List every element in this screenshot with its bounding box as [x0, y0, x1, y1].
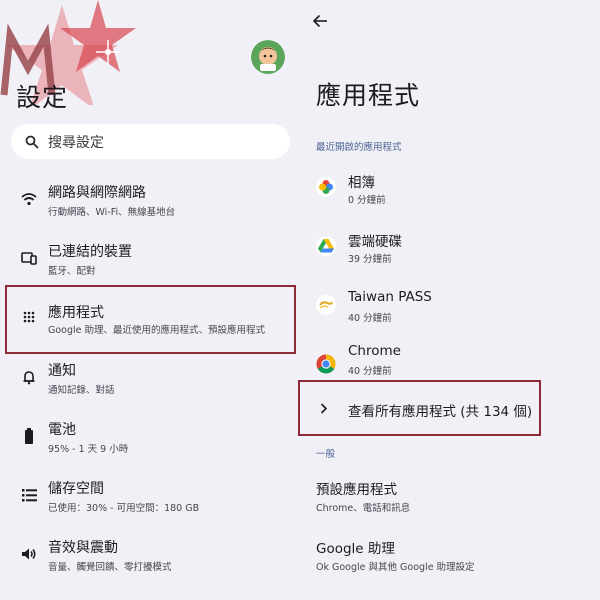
volume-icon — [20, 545, 38, 563]
app-name: 相簿 — [348, 175, 375, 191]
general-item-subtitle: Ok Google 與其他 Google 助理設定 — [316, 562, 475, 573]
battery-icon — [20, 427, 38, 445]
settings-item-notifications[interactable]: 通知 通知記錄、對話 — [0, 356, 300, 406]
photos-icon — [316, 177, 336, 197]
user-avatar[interactable] — [251, 40, 285, 74]
settings-item-connected-devices[interactable]: 已連結的裝置 藍牙、配對 — [0, 237, 300, 287]
settings-item-subtitle: 通知記錄、對話 — [48, 385, 115, 396]
settings-item-subtitle: 已使用：30% - 可用空間：180 GB — [48, 503, 200, 514]
chrome-icon — [316, 354, 336, 374]
google-assistant-item[interactable]: Google 助理 Ok Google 與其他 Google 助理設定 — [300, 533, 600, 581]
taiwan-pass-icon — [316, 295, 336, 315]
apps-pane: 應用程式 最近開啟的應用程式 相簿 0 分鐘前 雲端硬碟 39 分鐘前 Taiw… — [298, 0, 600, 600]
app-name: Chrome — [348, 343, 401, 359]
app-time: 0 分鐘前 — [348, 195, 386, 206]
settings-item-title: 網路與網際網路 — [48, 185, 146, 201]
settings-item-subtitle: 95% - 1 天 9 小時 — [48, 444, 129, 455]
recent-app-item[interactable]: 雲端硬碟 39 分鐘前 — [300, 225, 600, 273]
settings-pane: 設定 搜尋設定 網路與網際網路 行動網路、Wi-Fi、無線基地台 已連結的裝置 — [0, 0, 300, 600]
settings-item-title: 儲存空間 — [48, 481, 104, 497]
settings-item-battery[interactable]: 電池 95% - 1 天 9 小時 — [0, 415, 300, 465]
app-time: 40 分鐘前 — [348, 313, 392, 324]
settings-item-subtitle: 音量、觸覺回饋、零打擾模式 — [48, 562, 172, 573]
selection-highlight — [5, 285, 296, 354]
settings-item-subtitle: 行動網路、Wi-Fi、無線基地台 — [48, 207, 176, 218]
selection-highlight — [298, 380, 541, 436]
general-item-title: 預設應用程式 — [316, 482, 397, 498]
bell-icon — [20, 368, 38, 386]
search-icon — [25, 135, 39, 149]
storage-icon — [20, 486, 38, 504]
app-name: Taiwan PASS — [348, 289, 432, 305]
page-title: 應用程式 — [316, 81, 421, 110]
default-apps-item[interactable]: 預設應用程式 Chrome、電話和訊息 — [300, 474, 600, 522]
search-placeholder: 搜尋設定 — [48, 134, 104, 151]
settings-item-title: 音效與震動 — [48, 540, 118, 556]
page-title: 設定 — [16, 83, 69, 112]
search-bar[interactable]: 搜尋設定 — [11, 124, 290, 159]
app-time: 39 分鐘前 — [348, 254, 392, 265]
app-name: 雲端硬碟 — [348, 234, 402, 250]
general-item-subtitle: Chrome、電話和訊息 — [316, 503, 411, 514]
general-item-title: Google 助理 — [316, 541, 395, 557]
drive-icon — [316, 236, 336, 256]
settings-item-title: 已連結的裝置 — [48, 244, 132, 260]
back-arrow-icon[interactable] — [310, 10, 332, 32]
settings-item-storage[interactable]: 儲存空間 已使用：30% - 可用空間：180 GB — [0, 474, 300, 524]
settings-item-network[interactable]: 網路與網際網路 行動網路、Wi-Fi、無線基地台 — [0, 178, 300, 228]
settings-item-sound[interactable]: 音效與震動 音量、觸覺回饋、零打擾模式 — [0, 533, 300, 583]
settings-item-title: 通知 — [48, 363, 76, 379]
app-time: 40 分鐘前 — [348, 366, 392, 377]
wifi-icon — [20, 190, 38, 208]
section-header-recent: 最近開啟的應用程式 — [316, 142, 402, 153]
section-header-general: 一般 — [316, 449, 336, 460]
connected-devices-icon — [20, 249, 38, 267]
recent-app-item[interactable]: 相簿 0 分鐘前 — [300, 166, 600, 214]
recent-app-item[interactable]: Taiwan PASS 40 分鐘前 — [300, 284, 600, 332]
settings-item-subtitle: 藍牙、配對 — [48, 266, 96, 277]
settings-item-title: 電池 — [48, 422, 76, 438]
